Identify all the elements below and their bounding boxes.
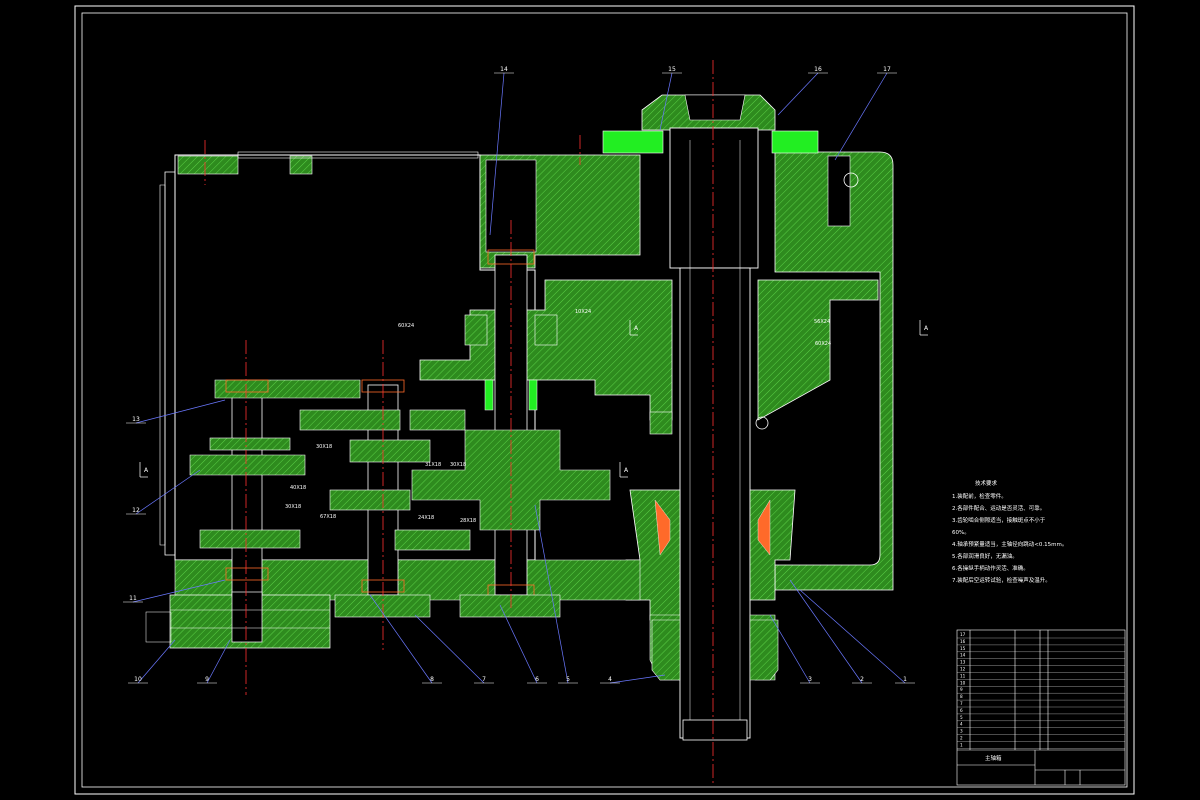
parts-list-rows: 17 16 15 14 13 1211 10 9 8 7 6 5 4 3 21: [957, 632, 1125, 749]
parts-row-number: 4: [960, 722, 963, 727]
parts-row-number: 11: [960, 673, 966, 678]
title-block: [956, 629, 1126, 786]
leader-line: [414, 614, 485, 684]
gear-label: 30X18: [450, 462, 466, 468]
parts-row-number: 10: [960, 680, 966, 685]
technical-notes: 技术要求 1.装配前，检查零件。 2.各部件配合、运动是否灵活、可靠。 3.齿轮…: [952, 479, 1067, 584]
notes-title: 技术要求: [975, 479, 998, 487]
balloon-number: 9: [205, 676, 209, 683]
balloon-number: 7: [482, 676, 486, 683]
gear-label: 60X24: [398, 323, 414, 329]
section-letter: A: [144, 467, 149, 474]
gear-label: 30X18: [285, 504, 301, 510]
balloon-number: 2: [860, 676, 864, 683]
balloon-number: 5: [566, 676, 570, 683]
parts-row-number: 2: [960, 736, 963, 741]
gear-label: 56X24: [814, 319, 830, 325]
balloon-number: 14: [500, 66, 508, 73]
gear-label: 24X18: [418, 515, 434, 521]
cover-plate-right: [771, 130, 819, 154]
leader-line: [135, 469, 201, 515]
leader-line: [137, 639, 176, 684]
leader-line: [609, 674, 666, 684]
note-line: 6.各操纵手柄动作灵活、准确。: [952, 564, 1029, 572]
gear-label: 67X18: [320, 514, 336, 520]
note-line: 1.装配前，检查零件。: [952, 492, 1007, 500]
note-line: 3.齿轮啮合侧隙适当，接触斑点不小于: [952, 516, 1046, 524]
cover-plate-left: [602, 130, 664, 154]
bearing-cover-intermediate: [459, 594, 561, 618]
balloon-number: 16: [814, 66, 822, 73]
parts-row-number: 1: [960, 742, 963, 747]
gear-label: 31X18: [425, 462, 441, 468]
balloon-number: 8: [430, 676, 434, 683]
leader-line: [834, 72, 888, 161]
section-letter: A: [924, 325, 929, 332]
parts-row-number: 15: [960, 646, 966, 651]
balloon-number: 17: [883, 66, 891, 73]
parts-row-number: 12: [960, 667, 966, 672]
parts-row-number: 8: [960, 694, 963, 699]
balloon-number: 11: [129, 595, 137, 602]
balloon-number: 12: [132, 507, 140, 514]
balloon-number: 13: [132, 416, 140, 423]
spindle-top-cap: [641, 94, 776, 131]
gear-label: 30X18: [316, 444, 332, 450]
note-line: 2.各部件配合、运动是否灵活、可靠。: [952, 504, 1045, 512]
gear-label: 60X24: [815, 341, 831, 347]
balloon-number: 1: [903, 676, 907, 683]
bearing-cover-shaft2: [334, 594, 431, 618]
note-line: 5.各部润滑良好，无漏油。: [952, 552, 1018, 560]
note-line: 60%。: [952, 530, 970, 536]
parts-row-number: 5: [960, 715, 963, 720]
gear-label: 10X24: [575, 309, 591, 315]
gear-label: 28X18: [460, 518, 476, 524]
balloon-number: 10: [134, 676, 142, 683]
parts-row-number: 3: [960, 729, 963, 734]
parts-row-number: 7: [960, 701, 963, 706]
gear-label: 40X18: [290, 485, 306, 491]
balloon-number: 4: [608, 676, 612, 683]
assembly-drawing-canvas: 1234567891011121314 15 16 17 10X2456X2460X2…: [74, 5, 1135, 795]
parts-row-number: 17: [960, 632, 966, 637]
drawing-title: 主轴箱: [985, 754, 1002, 762]
spindle-gear-upper: [419, 279, 879, 435]
note-line: 4.轴承预紧量适当，主轴径向跳动<0.15mm。: [952, 540, 1067, 548]
parts-row-number: 6: [960, 708, 963, 713]
balloon-number: 3: [808, 676, 812, 683]
balloon-number: 6: [535, 676, 539, 683]
section-letter: A: [624, 467, 629, 474]
note-line: 7.装配后空运转试验，检查噪声及温升。: [952, 576, 1051, 584]
balloon-number: 15: [668, 66, 676, 73]
leader-line: [777, 72, 819, 116]
main-spindle: [669, 127, 759, 741]
parts-row-number: 14: [960, 653, 966, 658]
leader-line: [135, 399, 226, 424]
parts-row-number: 16: [960, 639, 966, 644]
parts-row-number: 9: [960, 687, 963, 692]
parts-row-number: 13: [960, 660, 966, 665]
pulley: [145, 591, 331, 649]
